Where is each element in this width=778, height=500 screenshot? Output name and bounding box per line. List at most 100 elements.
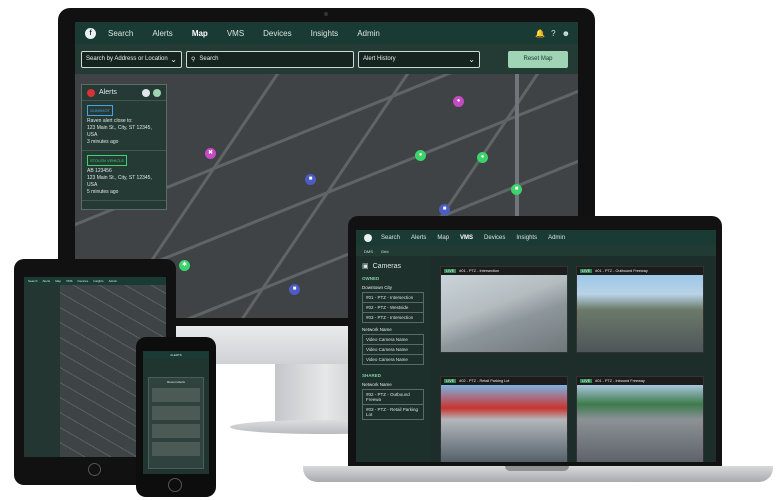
camera-list-item[interactable]: #02 - PTZ - Outbound Freewa	[362, 389, 424, 405]
nav-insights[interactable]: Insights	[311, 29, 339, 38]
alerts-header: Alerts	[82, 85, 166, 101]
map-toolbar: Search by Address or Location ⌄ ⚲ Search…	[75, 44, 578, 74]
camera-list-item[interactable]: #03 - PTZ - Retail Parking Lot	[362, 405, 424, 420]
map-marker-vehicle[interactable]: ■	[439, 204, 450, 215]
pause-icon[interactable]	[142, 88, 150, 97]
alert-item[interactable]	[152, 406, 200, 420]
tile-title: #01 - PTZ - Intersection	[459, 269, 500, 273]
monitor-camera	[324, 12, 328, 16]
nav-insights[interactable]: Insights	[93, 279, 103, 283]
reset-map-button[interactable]: Reset Map	[508, 50, 568, 68]
alert-item[interactable]	[152, 442, 200, 456]
alert-time: 3 minutes ago	[87, 139, 119, 145]
vms-subtabs: DMS Grid	[356, 246, 716, 256]
camera-list-item[interactable]: Video Camera Name	[362, 345, 424, 355]
alert-time: 5 minutes ago	[87, 189, 119, 195]
nav-vms[interactable]: VMS	[66, 279, 73, 283]
map-marker-vehicle[interactable]: ■	[305, 174, 316, 185]
tablet-home-button	[88, 463, 101, 476]
app-logo[interactable]: f	[85, 27, 96, 39]
nav-map[interactable]: Map	[192, 29, 208, 38]
live-badge: LIVE	[444, 269, 457, 273]
camera-tile[interactable]: LIVE #01 - PTZ - Outbound Freeway	[576, 266, 704, 353]
shared-section-label: SHARED	[362, 373, 382, 378]
map-marker-gunshot[interactable]: ✖	[205, 148, 216, 159]
recent-alerts-title: Recent Alerts	[167, 380, 185, 384]
nav-alerts[interactable]: Alerts	[411, 235, 426, 241]
nav-admin[interactable]: Admin	[357, 29, 380, 38]
tablet-top-nav: Search Alerts Map VMS Devices Insights A…	[24, 277, 166, 285]
nav-vms[interactable]: VMS	[227, 29, 244, 38]
tablet-alerts-sidebar	[24, 285, 60, 457]
nav-admin[interactable]: Admin	[548, 235, 565, 241]
camera-list-item[interactable]: Video Camera Name	[362, 355, 424, 365]
nav-alerts[interactable]: Alerts	[43, 279, 51, 283]
phone-screen: ALERTS Recent Alerts	[143, 351, 209, 474]
nav-search[interactable]: Search	[28, 279, 38, 283]
alerts-panel: Alerts GUNSHOT Raven alert close to: 123…	[81, 84, 167, 210]
search-by-dropdown[interactable]: Search by Address or Location ⌄	[81, 50, 182, 68]
map-marker-camera[interactable]: ●	[477, 152, 488, 163]
alert-history-label: Alert History	[363, 56, 396, 62]
live-badge: LIVE	[444, 379, 457, 383]
nav-search[interactable]: Search	[108, 29, 133, 38]
camera-feed	[441, 275, 567, 352]
alert-item[interactable]	[152, 424, 200, 438]
nav-map[interactable]: Map	[55, 279, 61, 283]
owned-section-label: OWNED	[362, 276, 380, 281]
alert-history-dropdown[interactable]: Alert History ⌄	[358, 50, 480, 68]
search-input[interactable]: ⚲ Search	[186, 50, 354, 68]
nav-devices[interactable]: Devices	[78, 279, 89, 283]
live-badge: LIVE	[580, 379, 593, 383]
alert-country: USA	[87, 182, 98, 188]
alert-item[interactable]	[152, 388, 200, 402]
nav-search[interactable]: Search	[381, 235, 400, 241]
alert-country: USA	[87, 132, 98, 138]
tab-dms[interactable]: DMS	[364, 249, 373, 254]
map-marker-camera[interactable]: ●	[415, 150, 426, 161]
camera-list-item[interactable]: Video Camera Name	[362, 334, 424, 345]
alert-line: Raven alert close to:	[87, 118, 133, 124]
recent-alerts-panel: Recent Alerts	[148, 377, 204, 469]
map-marker-device[interactable]: ■	[511, 184, 522, 195]
bell-icon[interactable]: 🔔	[535, 29, 545, 38]
network-group-label: Network Name	[362, 327, 392, 332]
shared-group-label: Network Name	[362, 382, 392, 387]
add-icon[interactable]	[153, 88, 161, 97]
nav-vms[interactable]: VMS	[460, 235, 473, 241]
phone-home-button	[168, 478, 182, 492]
user-icon[interactable]: ☻	[562, 29, 570, 38]
nav-alerts[interactable]: Alerts	[152, 29, 172, 38]
camera-list-item[interactable]: #03 - PTZ - Intersection	[362, 313, 424, 323]
camera-tile[interactable]: LIVE #02 - PTZ - Retail Parking Lot	[440, 376, 568, 462]
alert-address: 123 Main St., City, ST 12345,	[87, 175, 152, 181]
alert-line: AB 123456	[87, 168, 112, 174]
alerts-title: Alerts	[99, 89, 117, 96]
app-logo[interactable]	[364, 234, 372, 242]
alert-card[interactable]: STOLEN VEHICLE AB 123456 123 Main St., C…	[82, 151, 166, 201]
camera-feed	[441, 385, 567, 462]
camera-tile[interactable]: LIVE #01 - PTZ - Intersection	[440, 266, 568, 353]
tab-grid[interactable]: Grid	[381, 249, 389, 254]
nav-admin[interactable]: Admin	[109, 279, 118, 283]
nav-devices[interactable]: Devices	[484, 235, 505, 241]
owned-group-label: Downtown City	[362, 285, 393, 290]
map-marker-drone[interactable]: ✱	[179, 260, 190, 271]
tile-title: #01 - PTZ - Outbound Freeway	[595, 269, 648, 273]
map-marker-alert[interactable]: ●	[453, 96, 464, 107]
camera-list-item[interactable]: #01 - PTZ - Intersection	[362, 292, 424, 303]
map-marker-vehicle[interactable]: ■	[289, 284, 300, 295]
camera-feed	[577, 385, 703, 462]
help-icon[interactable]: ?	[551, 29, 555, 38]
camera-list-item[interactable]: #02 - PTZ - Westside	[362, 303, 424, 313]
nav-insights[interactable]: Insights	[516, 235, 537, 241]
camera-tile[interactable]: LIVE #01 - PTZ - Inbound Freeway	[576, 376, 704, 462]
search-placeholder: Search	[199, 56, 219, 62]
nav-map[interactable]: Map	[437, 235, 449, 241]
camera-sidebar: ▣ Cameras OWNED Downtown City #01 - PTZ …	[356, 256, 430, 462]
top-nav: f Search Alerts Map VMS Devices Insights…	[75, 22, 578, 44]
nav-devices[interactable]: Devices	[263, 29, 291, 38]
alert-card[interactable]: GUNSHOT Raven alert close to: 123 Main S…	[82, 101, 166, 151]
alert-icon	[87, 88, 95, 97]
phone-top-nav: ALERTS	[143, 351, 209, 359]
